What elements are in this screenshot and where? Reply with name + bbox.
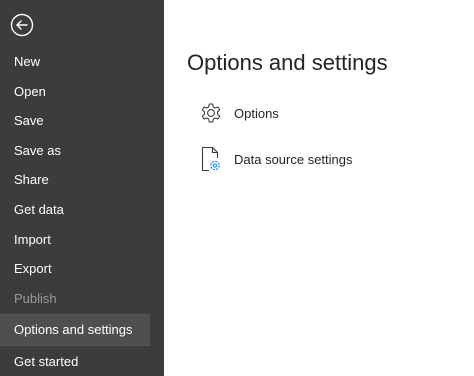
page-title: Options and settings [187,50,388,75]
sidebar-item-get-started[interactable]: Get started [0,347,164,376]
back-button[interactable] [10,13,34,37]
options-label: Options [234,105,279,121]
main-panel: Options and settings Options Data source… [164,0,474,376]
sidebar-item-new[interactable]: New [0,47,164,77]
sidebar-item-save-as[interactable]: Save as [0,136,164,166]
sidebar-item-options-and-settings[interactable]: Options and settings [0,315,150,345]
backstage-view: New Open Save Save as Share Get data Imp… [0,0,474,376]
sidebar-item-import[interactable]: Import [0,225,164,255]
sidebar-item-save[interactable]: Save [0,106,164,136]
data-source-settings-label: Data source settings [234,151,353,167]
sidebar: New Open Save Save as Share Get data Imp… [0,0,164,376]
sidebar-item-publish: Publish [14,291,57,306]
back-arrow-icon [10,13,34,37]
sidebar-divider [0,345,150,346]
sidebar-item-open[interactable]: Open [0,77,164,107]
data-source-settings-icon [198,145,224,173]
gear-icon [198,99,224,127]
sidebar-item-get-data[interactable]: Get data [0,195,164,225]
sidebar-item-share[interactable]: Share [0,165,164,195]
sidebar-item-export[interactable]: Export [0,254,164,284]
data-source-settings-button[interactable]: Data source settings [198,145,353,173]
options-button[interactable]: Options [198,99,279,127]
